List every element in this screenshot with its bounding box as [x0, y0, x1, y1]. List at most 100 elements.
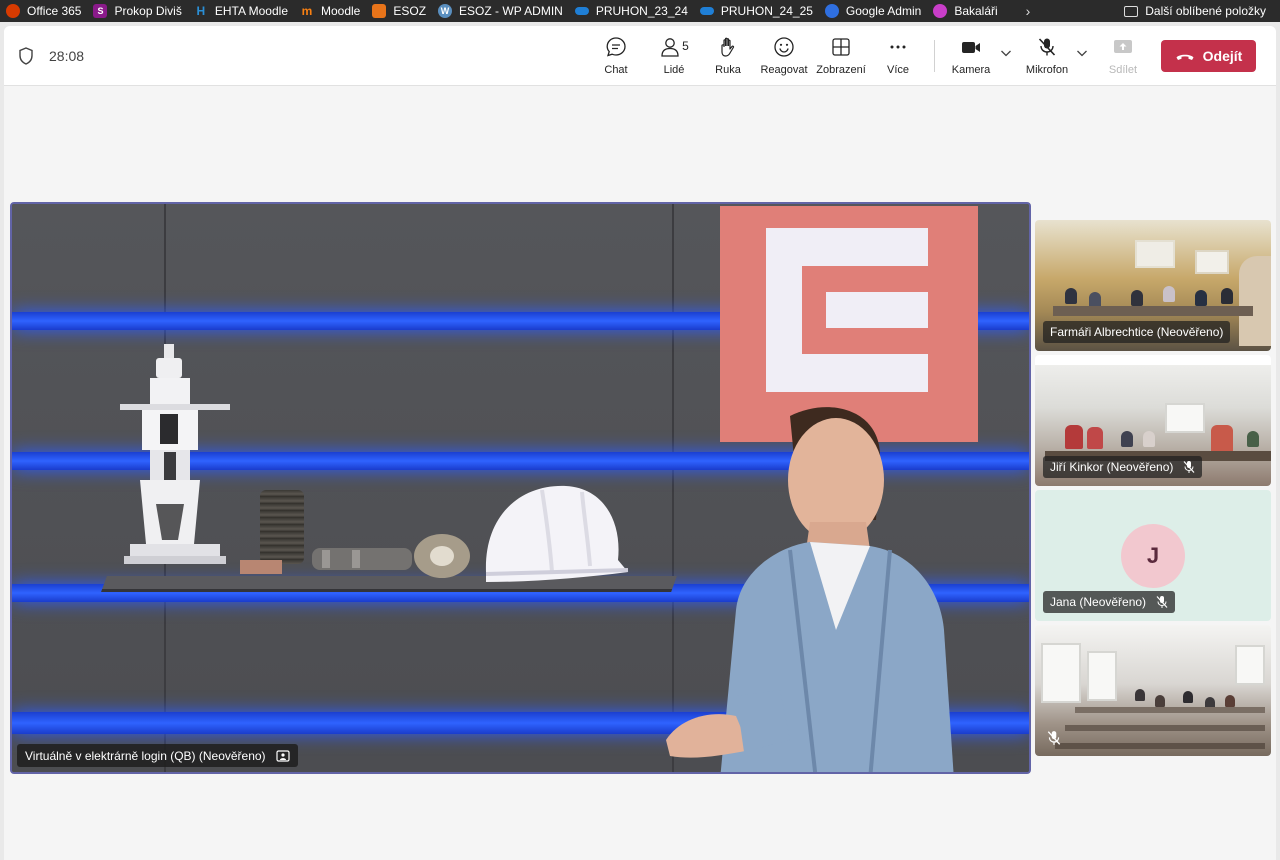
- camera-icon: [962, 42, 980, 53]
- participant-tile[interactable]: [1035, 625, 1271, 756]
- presenter-name: Virtuálně v elektrárně login (QB) (Neově…: [25, 748, 266, 763]
- leave-label: Odejít: [1202, 48, 1243, 64]
- main-video-stage[interactable]: Virtuálně v elektrárně login (QB) (Neově…: [10, 202, 1031, 774]
- toolbar-divider: [934, 40, 935, 72]
- bookmark-esoz[interactable]: ESOZ: [366, 0, 432, 22]
- bookmark-pruhon-23-24[interactable]: PRUHON_23_24: [569, 0, 694, 22]
- chat-icon: [606, 37, 626, 57]
- microphone-button[interactable]: Mikrofon: [1022, 36, 1072, 80]
- camera-options-chevron-down-icon[interactable]: [1000, 48, 1012, 58]
- participant-name: Jiří Kinkor (Neověřeno): [1050, 460, 1174, 474]
- student: [1221, 288, 1233, 304]
- bakalari-icon: [933, 4, 948, 18]
- logo-bar: [826, 292, 928, 328]
- raise-hand-button[interactable]: Ruka: [713, 36, 743, 80]
- share-button[interactable]: Sdílet: [1107, 36, 1139, 80]
- mic-off-icon: [1047, 731, 1061, 745]
- bookmark-label: Bakaláři: [954, 4, 998, 18]
- chat-label: Chat: [604, 64, 628, 76]
- people-icon: [661, 38, 679, 57]
- other-bookmarks-label: Další oblíbené položky: [1145, 4, 1266, 18]
- spotlight-icon[interactable]: [275, 749, 290, 762]
- wordpress-icon: W: [438, 4, 453, 18]
- student: [1143, 431, 1155, 447]
- bookmark-label: PRUHON_24_25: [720, 4, 813, 18]
- bookmark-google-admin[interactable]: Google Admin: [819, 0, 927, 22]
- bookmark-ehta-moodle[interactable]: H EHTA Moodle: [188, 0, 294, 22]
- camera-label: Kamera: [951, 64, 991, 76]
- person-in-foreground: [1239, 256, 1271, 346]
- student: [1135, 689, 1145, 701]
- roller-bearing-model: [312, 534, 470, 578]
- people-label: Lidé: [663, 64, 685, 76]
- emoji-icon: [774, 37, 794, 57]
- ceiling-light: [1035, 355, 1271, 365]
- classroom-poster: [1135, 240, 1175, 268]
- student: [1121, 431, 1133, 447]
- presenter-video: [666, 407, 954, 772]
- h2-icon: H: [196, 4, 206, 18]
- react-button[interactable]: Reagovat: [759, 36, 809, 80]
- classroom-board: [1165, 403, 1205, 433]
- student: [1065, 425, 1083, 449]
- turbine-model: [120, 344, 230, 564]
- react-label: Reagovat: [760, 64, 808, 76]
- student: [1065, 288, 1077, 304]
- avatar: J: [1121, 524, 1185, 588]
- meeting-timer: 28:08: [49, 48, 85, 64]
- grid-view-icon: [832, 38, 850, 56]
- bookmark-prokop-divis[interactable]: S Prokop Diviš: [87, 0, 187, 22]
- participant-tile[interactable]: Jiří Kinkor (Neověřeno): [1035, 355, 1271, 486]
- participant-tile[interactable]: Farmáři Albrechtice (Neověřeno): [1035, 220, 1271, 351]
- shield-icon: [19, 47, 33, 65]
- esoz-icon: [372, 4, 387, 18]
- participant-name-label: Farmáři Albrechtice (Neověřeno): [1043, 321, 1231, 343]
- mic-off-icon: [1183, 461, 1195, 473]
- desk: [1053, 306, 1253, 316]
- desk: [1065, 725, 1265, 731]
- participant-name-label: Jiří Kinkor (Neověřeno): [1043, 456, 1203, 478]
- microphone-options-chevron-down-icon[interactable]: [1076, 48, 1088, 58]
- student: [1087, 427, 1103, 449]
- chat-button[interactable]: Chat: [601, 36, 631, 80]
- more-button[interactable]: Více: [884, 36, 912, 80]
- view-button[interactable]: Zobrazení: [814, 36, 868, 80]
- more-icon: [890, 45, 906, 49]
- bookmark-label: Moodle: [321, 4, 361, 18]
- meeting-window: 28:08 Chat 5 Lidé Ruka Reagovat Zobrazen…: [4, 26, 1276, 860]
- office-icon: [6, 4, 20, 18]
- mic-off-icon: [1156, 596, 1168, 608]
- bookmarks-overflow-chevron-icon[interactable]: ›: [1026, 3, 1031, 19]
- hard-hat-model: [485, 485, 629, 582]
- participant-name-label: Jana (Neověřeno): [1043, 591, 1176, 613]
- student: [1225, 695, 1235, 707]
- bookmark-moodle[interactable]: m Moodle: [294, 0, 366, 22]
- share-label: Sdílet: [1108, 64, 1138, 76]
- bookmark-label: Google Admin: [845, 4, 922, 18]
- people-button[interactable]: 5 Lidé: [656, 36, 692, 80]
- camera-button[interactable]: Kamera: [950, 36, 992, 80]
- participant-tile[interactable]: J Jana (Neověřeno): [1035, 490, 1271, 621]
- bookmark-bakalari[interactable]: Bakaláři: [927, 0, 1003, 22]
- brick-sample: [240, 560, 282, 574]
- bookmark-esoz-wp-admin[interactable]: W ESOZ - WP ADMIN: [432, 0, 569, 22]
- bookmark-label: Office 365: [27, 4, 82, 18]
- mic-off-icon: [1038, 38, 1056, 56]
- student: [1155, 695, 1165, 707]
- leave-button[interactable]: Odejít: [1161, 40, 1256, 72]
- google-admin-icon: [824, 4, 839, 18]
- moodle-icon: m: [301, 4, 313, 18]
- student: [1131, 290, 1143, 306]
- bookmark-office-365[interactable]: Office 365: [0, 0, 87, 22]
- prokop-icon: S: [93, 4, 108, 18]
- bookmark-label: ESOZ - WP ADMIN: [459, 4, 563, 18]
- student: [1195, 290, 1207, 306]
- more-label: Více: [886, 64, 909, 76]
- share-icon: [1114, 40, 1132, 53]
- other-bookmarks-folder[interactable]: Další oblíbené položky: [1124, 4, 1280, 18]
- bookmark-label: Prokop Diviš: [114, 4, 182, 18]
- view-label: Zobrazení: [816, 64, 866, 76]
- bookmark-pruhon-24-25[interactable]: PRUHON_24_25: [694, 0, 819, 22]
- classroom-window: [1087, 651, 1117, 701]
- desk: [1055, 743, 1265, 749]
